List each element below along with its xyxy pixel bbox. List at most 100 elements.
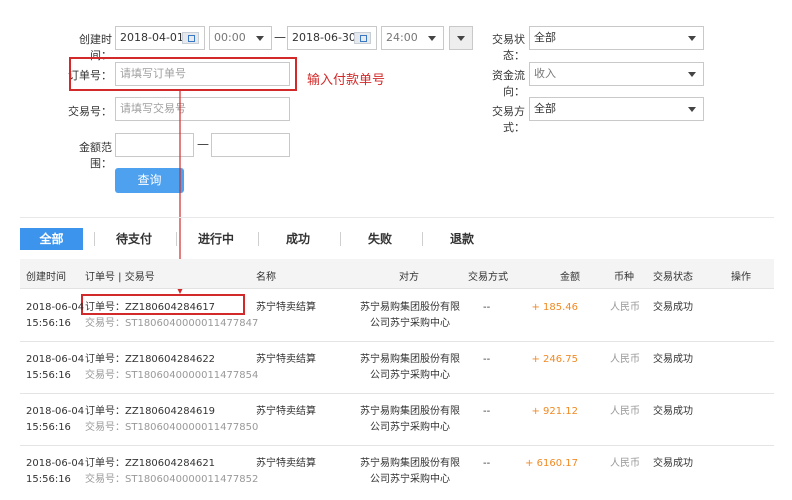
amount-range-dash: — [197, 137, 209, 151]
row-counterparty-line1: 苏宁易购集团股份有限 [360, 406, 460, 417]
header-action: 操作 [731, 272, 751, 283]
tab-separator [258, 232, 259, 246]
time-dropdown-button[interactable] [449, 26, 473, 50]
row-order-number: 订单号：ZZ180604284622 [85, 354, 216, 365]
header-currency: 币种 [614, 272, 634, 283]
row-counterparty-line2: 公司苏宁采购中心 [370, 370, 450, 381]
table-row: 2018-06-04 15:56:16 订单号：ZZ180604284619 交… [20, 394, 774, 446]
row-order-number: 订单号：ZZ180604284621 [85, 458, 216, 469]
header-amount: 金额 [560, 272, 580, 283]
row-date: 2018-06-04 [26, 354, 85, 365]
row-counterparty-line2: 公司苏宁采购中心 [370, 318, 450, 329]
row-trade-method: -- [483, 354, 491, 365]
row-trade-number: 交易号：ST1806040000011477852 [85, 474, 259, 485]
tab-separator [422, 232, 423, 246]
header-counterparty: 对方 [399, 272, 419, 283]
chevron-down-icon [688, 107, 696, 112]
end-date-value: 2018-06-30 [292, 31, 356, 44]
trade-status-label: 交易状态： [492, 33, 525, 62]
table-header: 创建时间 订单号 | 交易号 名称 对方 交易方式 金额 币种 交易状态 操作 [20, 259, 774, 289]
row-trade-status: 交易成功 [653, 302, 693, 313]
row-amount: + 246.75 [531, 354, 578, 365]
row-order-number: 订单号：ZZ180604284617 [85, 302, 216, 313]
tab-success[interactable]: 成功 [270, 228, 326, 250]
amount-max-input[interactable] [211, 133, 290, 157]
fund-flow-select[interactable]: 收入 [529, 62, 704, 86]
tab-failed[interactable]: 失败 [352, 228, 408, 250]
row-time: 15:56:16 [26, 318, 71, 329]
row-currency: 人民币 [610, 406, 640, 417]
fund-flow-value: 收入 [534, 67, 556, 80]
row-trade-status: 交易成功 [653, 458, 693, 469]
row-name: 苏宁特卖结算 [256, 458, 316, 469]
chevron-down-icon [688, 72, 696, 77]
tab-in-progress[interactable]: 进行中 [188, 228, 244, 250]
chevron-down-icon [428, 36, 436, 41]
header-trade-status: 交易状态 [653, 272, 693, 283]
row-counterparty-line2: 公司苏宁采购中心 [370, 474, 450, 485]
trade-number-label: 交易号： [68, 105, 112, 118]
row-date: 2018-06-04 [26, 458, 85, 469]
calendar-icon[interactable] [182, 32, 199, 44]
row-currency: 人民币 [610, 458, 640, 469]
start-date-value: 2018-04-01 [120, 31, 184, 44]
row-date: 2018-06-04 [26, 406, 85, 417]
amount-range-label: 金额范围： [79, 141, 112, 170]
row-time: 15:56:16 [26, 370, 71, 381]
fund-flow-label: 资金流向： [492, 69, 525, 98]
row-counterparty-line2: 公司苏宁采购中心 [370, 422, 450, 433]
order-number-highlight-box [69, 57, 297, 91]
row-trade-number: 交易号：ST1806040000011477847 [85, 318, 259, 329]
row-time: 15:56:16 [26, 422, 71, 433]
start-date-input[interactable]: 2018-04-01 [115, 26, 205, 50]
header-trade-method: 交易方式 [468, 272, 508, 283]
row-trade-status: 交易成功 [653, 354, 693, 365]
row-name: 苏宁特卖结算 [256, 354, 316, 365]
start-time-select[interactable]: 00:00 [209, 26, 272, 50]
row-counterparty-line1: 苏宁易购集团股份有限 [360, 302, 460, 313]
end-date-input[interactable]: 2018-06-30 [287, 26, 377, 50]
tab-refund[interactable]: 退款 [434, 228, 490, 250]
tab-separator [94, 232, 95, 246]
row-order-number: 订单号：ZZ180604284619 [85, 406, 216, 417]
row-counterparty-line1: 苏宁易购集团股份有限 [360, 354, 460, 365]
row-name: 苏宁特卖结算 [256, 302, 316, 313]
end-time-value: 24:00 [386, 31, 418, 44]
section-divider [20, 217, 774, 218]
row-trade-method: -- [483, 458, 491, 469]
row-trade-number: 交易号：ST1806040000011477850 [85, 422, 259, 433]
header-created-time: 创建时间 [26, 272, 66, 283]
chevron-down-icon [688, 36, 696, 41]
trade-status-select[interactable]: 全部 [529, 26, 704, 50]
end-time-select[interactable]: 24:00 [381, 26, 444, 50]
start-time-value: 00:00 [214, 31, 246, 44]
tab-separator [340, 232, 341, 246]
table-row: 2018-06-04 15:56:16 订单号：ZZ180604284621 交… [20, 446, 774, 498]
trade-status-value: 全部 [534, 31, 556, 44]
trade-method-select[interactable]: 全部 [529, 97, 704, 121]
row-amount: + 185.46 [531, 302, 578, 313]
trade-method-label: 交易方式： [492, 105, 525, 134]
header-name: 名称 [256, 272, 276, 283]
row-currency: 人民币 [610, 354, 640, 365]
row-amount: + 921.12 [531, 406, 578, 417]
trade-number-input[interactable]: 请填写交易号 [115, 97, 290, 121]
row-trade-number: 交易号：ST1806040000011477854 [85, 370, 259, 381]
chevron-down-icon [256, 36, 264, 41]
row-trade-status: 交易成功 [653, 406, 693, 417]
date-range-dash: — [274, 30, 286, 44]
annotation-note: 输入付款单号 [307, 73, 386, 88]
row-time: 15:56:16 [26, 474, 71, 485]
table-row: 2018-06-04 15:56:16 订单号：ZZ180604284622 交… [20, 342, 774, 394]
tab-all[interactable]: 全部 [20, 228, 83, 250]
chevron-down-icon [457, 36, 465, 41]
row-counterparty-line1: 苏宁易购集团股份有限 [360, 458, 460, 469]
tab-pending[interactable]: 待支付 [106, 228, 162, 250]
row-name: 苏宁特卖结算 [256, 406, 316, 417]
row-date: 2018-06-04 [26, 302, 85, 313]
row-amount: + 6160.17 [525, 458, 578, 469]
calendar-icon[interactable] [354, 32, 371, 44]
row-trade-method: -- [483, 302, 491, 313]
table-row: 2018-06-04 15:56:16 订单号：ZZ180604284617 交… [20, 290, 774, 342]
row-trade-method: -- [483, 406, 491, 417]
